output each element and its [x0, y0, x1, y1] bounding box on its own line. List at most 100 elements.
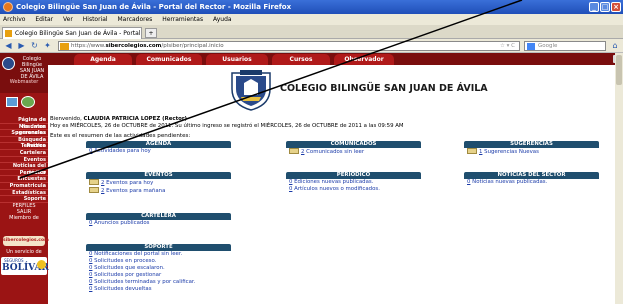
count[interactable]: 0	[89, 265, 92, 271]
list-item[interactable]: 0 Solicitudes en proceso.	[86, 258, 231, 265]
vertical-scrollbar[interactable]	[615, 53, 623, 304]
menu-ver[interactable]: Ver	[63, 16, 73, 23]
count[interactable]: 2	[301, 149, 304, 155]
sidebar-item-sugerencias[interactable]: Sugerencias	[0, 130, 48, 137]
count[interactable]: 0	[89, 251, 92, 257]
sidebar-item-encuestas[interactable]: Encuestas	[0, 176, 48, 183]
item-label[interactable]: Artículos nuevos o modificados.	[294, 186, 380, 192]
menu-editar[interactable]: Editar	[35, 16, 53, 23]
search-input[interactable]: Google	[524, 41, 606, 51]
item-label[interactable]: Actividades para hoy	[94, 148, 151, 154]
item-label[interactable]: Eventos para mañana	[106, 188, 165, 194]
url-field[interactable]: https://www.sibercolegios.com/plsiber/pr…	[58, 41, 520, 51]
url-suffix: /plsiber/principal.inicio	[161, 43, 224, 49]
sidebar-item-resumen[interactable]: Página de resumen	[0, 117, 48, 130]
scrollbar-thumb[interactable]	[616, 55, 622, 85]
sidebar-item-cartelera[interactable]: Cartelera	[0, 150, 48, 157]
sibercolegios-logo[interactable]: sibercolegios.com	[3, 236, 49, 246]
forward-arrow-icon[interactable]: ▶	[16, 41, 27, 51]
sidebar-item-promatricula[interactable]: Promatricula	[0, 183, 48, 190]
count[interactable]: 0	[89, 258, 92, 264]
count[interactable]: 0	[89, 220, 92, 226]
sidebar-menu: Página de resumen Mis datos personales S…	[0, 117, 48, 203]
star-icon[interactable]: ☆ ▾ C	[500, 42, 515, 51]
item-label[interactable]: Solicitudes en proceso.	[94, 258, 156, 264]
last-login: Hoy es MIÉRCOLES, 26 de OCTUBRE de 2011.…	[50, 122, 404, 129]
count[interactable]: 0	[289, 179, 292, 185]
chat-icon[interactable]	[21, 96, 35, 108]
navigation-bar: ◀ ▶ ↻ ✦ https://www.sibercolegios.com/pl…	[0, 39, 623, 53]
count[interactable]: 1	[479, 149, 482, 155]
menu-archivo[interactable]: Archivo	[3, 16, 25, 23]
count[interactable]: 0	[89, 279, 92, 285]
maximize-button[interactable]: □	[600, 2, 610, 12]
menu-marcadores[interactable]: Marcadores	[118, 16, 153, 23]
reload-icon[interactable]: ↻	[29, 41, 40, 51]
bookmark-icon[interactable]: ✦	[42, 41, 53, 51]
item-label[interactable]: Anuncios publicados	[94, 220, 149, 226]
sidebar-item-eventos[interactable]: Eventos	[0, 157, 48, 164]
count[interactable]: 0	[89, 148, 92, 154]
tab-portal[interactable]: Colegio Bilingüe San Juan de Ávila - Por…	[2, 27, 142, 48]
list-item[interactable]: 0 Anuncios publicados	[86, 220, 231, 227]
list-item[interactable]: 0 Solicitudes terminadas y por calificar…	[86, 279, 231, 286]
school-logo-icon	[2, 57, 15, 70]
email-icon[interactable]	[6, 97, 18, 107]
menu-historial[interactable]: Historial	[83, 16, 108, 23]
count[interactable]: 2	[101, 188, 104, 194]
list-item[interactable]: 0 Noticias nuevas publicadas.	[464, 179, 599, 186]
site-identity-icon[interactable]	[60, 43, 69, 50]
list-item[interactable]: 0 Solicitudes por gestionar	[86, 272, 231, 279]
list-item[interactable]: 1 Sugerencias Nuevas	[464, 148, 599, 156]
tab-observador[interactable]: Observador	[334, 54, 394, 65]
panel-title: COMUNICADOS	[286, 141, 421, 148]
sidebar-item-soporte[interactable]: Soporte	[0, 196, 48, 203]
sidebar-item-busqueda[interactable]: Búsqueda Temática	[0, 137, 48, 149]
page-header: COLEGIO BILINGÜE SAN JUAN DE ÁVILA	[48, 65, 623, 115]
list-item[interactable]: 0 Solicitudes que escalaron.	[86, 265, 231, 272]
item-label[interactable]: Eventos para hoy	[106, 180, 153, 186]
item-label[interactable]: Ediciones nuevas publicadas.	[294, 179, 373, 185]
sidebar-item-noticias[interactable]: Noticias del sector	[0, 163, 48, 176]
tab-comunicados[interactable]: Comunicados	[136, 54, 202, 65]
item-label[interactable]: Noticias nuevas publicadas.	[472, 179, 547, 185]
count[interactable]: 2	[101, 180, 104, 186]
minimize-button[interactable]: _	[589, 2, 599, 12]
sidebar-item-periodico[interactable]: Periódico	[0, 170, 48, 177]
count[interactable]: 0	[467, 179, 470, 185]
welcome-message: Bienvenido, CLAUDIA PATRICIA LOPEZ (Rect…	[50, 116, 620, 129]
tab-usuarios[interactable]: Usuarios	[206, 54, 268, 65]
count[interactable]: 0	[89, 286, 92, 292]
count[interactable]: 0	[289, 186, 292, 192]
item-label[interactable]: Notificaciones del portal sin leer.	[94, 251, 182, 257]
count[interactable]: 0	[89, 272, 92, 278]
back-arrow-icon[interactable]: ◀	[3, 41, 14, 51]
servicio-label: Un servicio de	[6, 249, 42, 255]
tab-cursos[interactable]: Cursos	[272, 54, 330, 65]
sidebar-item-datos[interactable]: Mis datos personales	[0, 124, 48, 136]
seguros-bolivar-logo[interactable]: SEGUROS BOLÍVAR	[1, 257, 49, 275]
item-label[interactable]: Sugerencias Nuevas	[484, 149, 539, 155]
item-label[interactable]: Solicitudes devueltas	[94, 286, 151, 292]
url-prefix: https://www.	[71, 43, 106, 49]
list-item[interactable]: 0 Ediciones nuevas publicadas.	[286, 179, 421, 186]
home-icon[interactable]: ⌂	[610, 41, 620, 51]
item-label[interactable]: Comunicados sin leer	[306, 149, 364, 155]
menu-ayuda[interactable]: Ayuda	[213, 16, 232, 23]
list-item[interactable]: 0 Notificaciones del portal sin leer.	[86, 251, 231, 258]
sidebar-item-estadisticas[interactable]: Estadísticas	[0, 190, 48, 197]
tab-agenda[interactable]: Agenda	[74, 54, 132, 65]
close-button[interactable]: ×	[611, 2, 621, 12]
menu-herramientas[interactable]: Herramientas	[162, 16, 203, 23]
item-label[interactable]: Solicitudes que escalaron.	[94, 265, 165, 271]
list-item[interactable]: 0 Actividades para hoy	[86, 148, 231, 155]
list-item[interactable]: 0 Artículos nuevos o modificados.	[286, 186, 421, 193]
list-item[interactable]: 2 Eventos para hoy	[86, 179, 231, 187]
list-item[interactable]: 0 Solicitudes devueltas	[86, 286, 231, 293]
item-label[interactable]: Solicitudes terminadas y por calificar.	[94, 279, 195, 285]
list-item[interactable]: 2 Comunicados sin leer	[286, 148, 421, 156]
item-label[interactable]: Solicitudes por gestionar	[94, 272, 161, 278]
mail-icon	[289, 148, 299, 154]
new-tab-button[interactable]: +	[145, 28, 157, 38]
list-item[interactable]: 2 Eventos para mañana	[86, 187, 231, 195]
